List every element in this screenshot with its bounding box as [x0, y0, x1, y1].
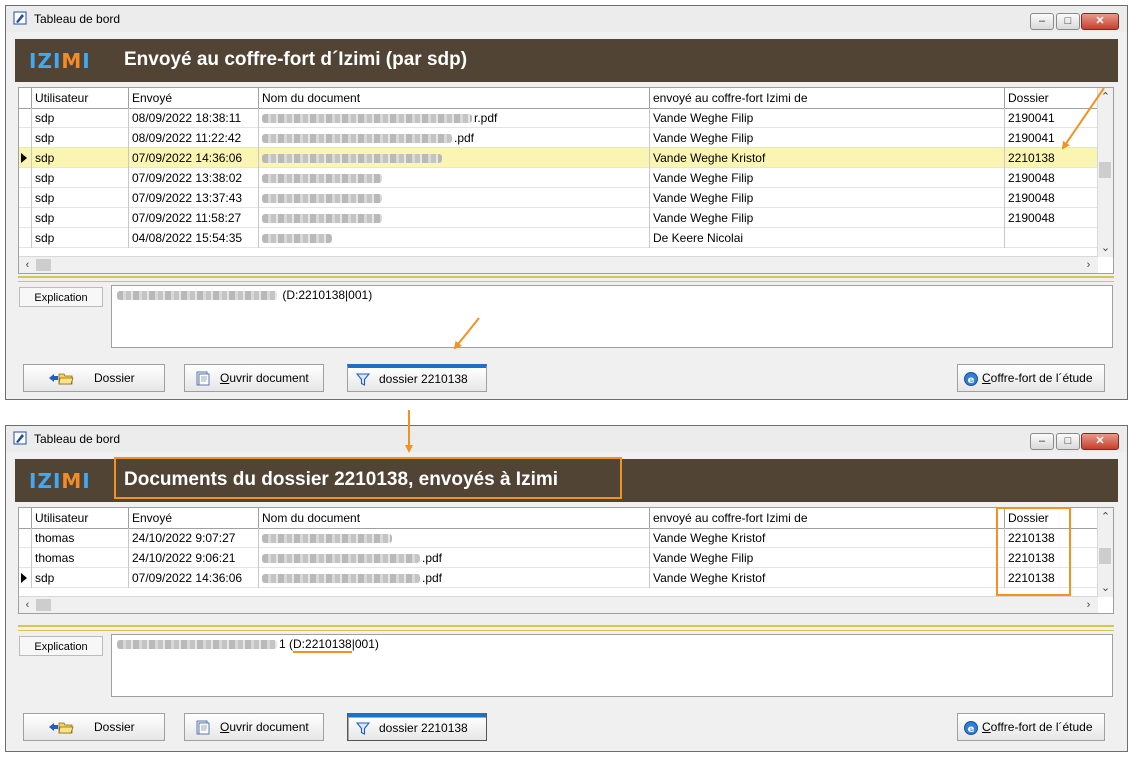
annotation-arrows: [405, 87, 1105, 453]
arrow-to-filter-button: [453, 317, 480, 350]
arrow-to-dossier-cell: [1061, 87, 1105, 150]
